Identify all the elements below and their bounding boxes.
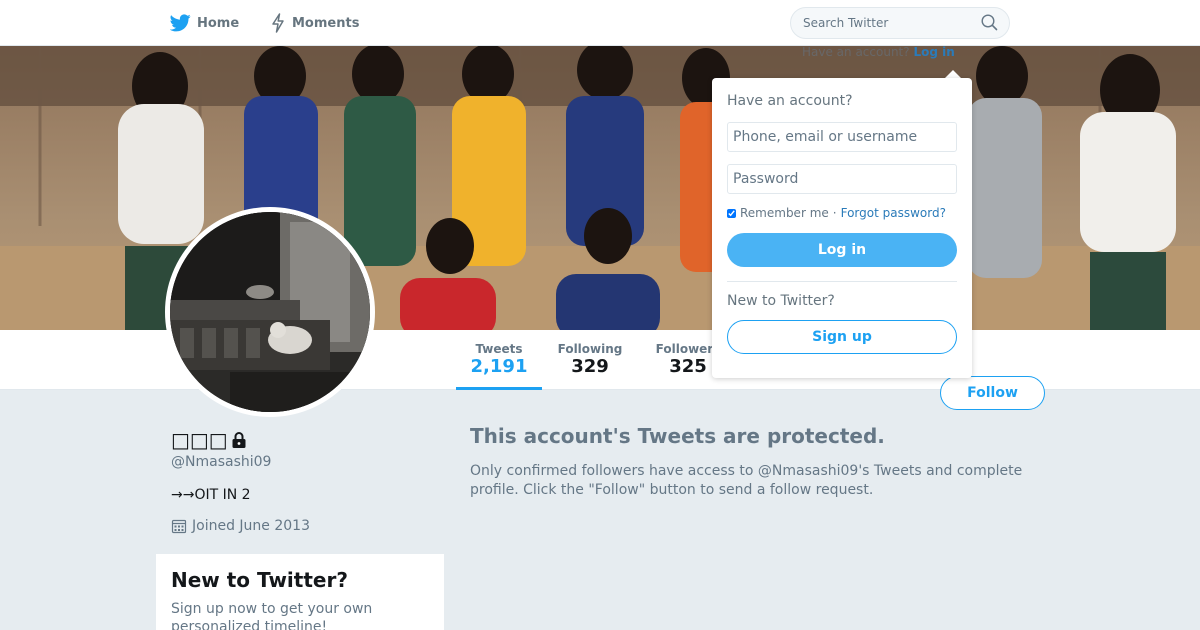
avatar-photo — [170, 212, 370, 412]
stat-tweets-label: Tweets — [475, 342, 523, 356]
follow-button[interactable]: Follow — [940, 376, 1045, 410]
calendar-icon — [171, 519, 187, 534]
search-input[interactable] — [790, 7, 1010, 39]
login-hint: Have an account? Log in — [802, 45, 955, 59]
lock-icon — [232, 432, 246, 448]
signup-card-title: New to Twitter? — [171, 568, 348, 592]
nav-home-link[interactable]: Home — [170, 12, 239, 34]
protected-text: Only confirmed followers have access to … — [470, 463, 1023, 498]
avatar[interactable] — [165, 207, 375, 417]
forgot-password-link[interactable]: Forgot password? — [841, 206, 946, 220]
username-field[interactable] — [727, 122, 957, 152]
twitter-bird-icon — [170, 14, 191, 32]
login-dropdown: Have an account? Remember me · Forgot pa… — [712, 78, 972, 378]
profile-joined: Joined June 2013 — [171, 518, 310, 534]
login-hint-prefix: Have an account? — [802, 45, 910, 59]
signup-card-text: Sign up now to get your own personalized… — [171, 601, 373, 630]
signup-button[interactable]: Sign up — [727, 320, 957, 354]
login-button[interactable]: Log in — [727, 233, 957, 267]
password-field[interactable] — [727, 164, 957, 194]
profile-joined-text: Joined June 2013 — [192, 518, 310, 534]
nav-moments-label: Moments — [292, 15, 360, 31]
stat-tweets[interactable]: Tweets 2,191 — [456, 342, 542, 390]
remember-separator: · — [832, 206, 837, 220]
signup-card: New to Twitter? Sign up now to get your … — [156, 554, 444, 630]
login-hint-link[interactable]: Log in — [913, 45, 954, 59]
login-dropdown-divider — [727, 281, 957, 282]
stat-tweets-value: 2,191 — [470, 356, 528, 377]
search-icon[interactable] — [981, 14, 998, 31]
new-to-twitter-heading: New to Twitter? — [727, 293, 835, 309]
protected-title: This account's Tweets are protected. — [470, 424, 885, 448]
nav-moments-link[interactable]: Moments — [270, 12, 359, 34]
profile-bio: →→OIT IN 2 — [171, 487, 251, 503]
profile-handle[interactable]: @Nmasashi09 — [171, 454, 271, 470]
top-nav-bar: Home Moments — [0, 0, 1200, 46]
login-dropdown-heading: Have an account? — [727, 93, 853, 109]
remember-me-label[interactable]: Remember me — [740, 206, 829, 220]
profile-name: □□□ — [171, 428, 248, 452]
moments-bolt-icon — [272, 13, 284, 33]
nav-home-label: Home — [197, 15, 240, 31]
stat-following-label: Following — [557, 342, 623, 356]
stat-following[interactable]: Following 329 — [552, 342, 628, 377]
remember-me-checkbox[interactable] — [727, 208, 736, 218]
profile-name-text: □□□ — [171, 428, 228, 452]
remember-row: Remember me · Forgot password? — [727, 206, 957, 220]
stat-following-value: 329 — [571, 356, 609, 377]
